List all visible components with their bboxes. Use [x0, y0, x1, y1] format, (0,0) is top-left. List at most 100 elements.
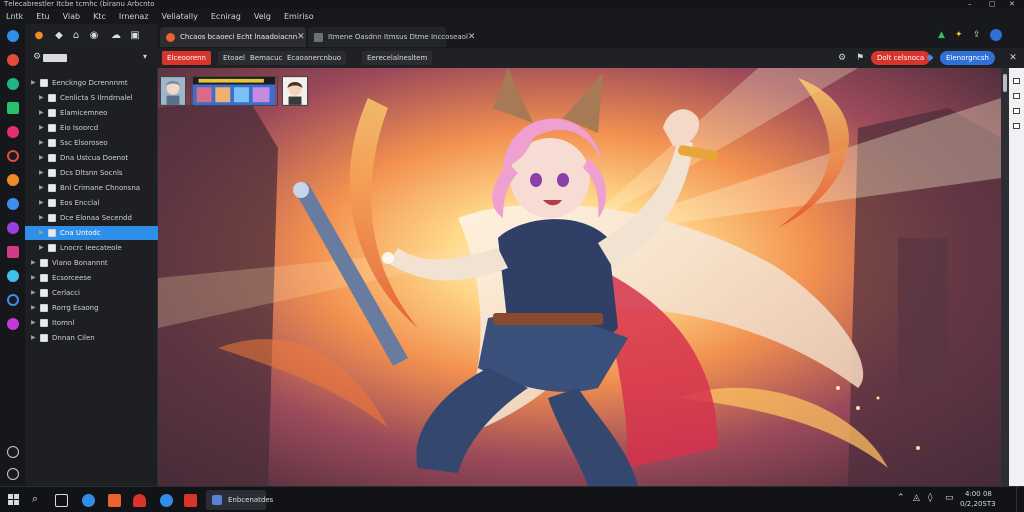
settings-icon[interactable]	[7, 446, 19, 458]
expand-arrow-icon[interactable]: ▶	[31, 76, 36, 90]
menu-item[interactable]: Viab	[63, 12, 81, 21]
share-app-icon[interactable]	[7, 78, 19, 90]
minimize-button[interactable]: –	[968, 0, 972, 9]
tree-item[interactable]: ▶ Dcs Dltsnn Socnls	[25, 166, 158, 180]
search-icon[interactable]: ⌕	[32, 492, 38, 506]
scrollbar-thumb[interactable]	[1003, 74, 1007, 92]
tree-item[interactable]: ▶ Eenckngo Dcrennnmt	[25, 76, 158, 90]
files-taskbar-icon[interactable]	[108, 494, 121, 507]
record-app-icon[interactable]	[7, 54, 19, 66]
menu-item[interactable]: Ecnirag	[211, 12, 241, 21]
thumbnail-image[interactable]	[282, 76, 308, 106]
star-app-icon[interactable]	[7, 318, 19, 330]
game-app-icon[interactable]	[7, 222, 19, 234]
chevron-down-icon[interactable]: ▾	[143, 52, 147, 61]
tree-item[interactable]: ▶ Cerlacci	[25, 286, 158, 300]
panel-toggle-icon[interactable]	[1013, 93, 1020, 99]
expand-arrow-icon[interactable]: ▶	[31, 301, 36, 315]
panel-toggle-icon[interactable]	[1013, 108, 1020, 114]
panel-toggle-icon[interactable]	[1013, 78, 1020, 84]
tree-item[interactable]: ▶ Elamicemneo	[25, 106, 158, 120]
shield-app-icon[interactable]	[7, 198, 19, 210]
leaf-app-icon[interactable]	[7, 102, 19, 114]
fox-icon[interactable]: ●	[33, 30, 45, 42]
extension-icon[interactable]: ▲	[938, 30, 948, 40]
start-icon[interactable]	[8, 494, 19, 505]
tree-item[interactable]: ▶ Dce Elonaa Secendd	[25, 211, 158, 225]
expand-arrow-icon[interactable]: ▶	[39, 226, 44, 240]
account-icon[interactable]	[7, 468, 19, 480]
expand-arrow-icon[interactable]: ▶	[39, 241, 44, 255]
fox-app-icon[interactable]	[7, 174, 19, 186]
menu-item[interactable]: Ktc	[93, 12, 106, 21]
target-app-icon[interactable]	[7, 150, 19, 162]
expand-arrow-icon[interactable]: ▶	[39, 211, 44, 225]
close-panel-icon[interactable]: ✕	[1006, 51, 1020, 65]
network-icon[interactable]: ◬	[913, 493, 920, 503]
media-taskbar-icon[interactable]	[184, 494, 197, 507]
grid-icon[interactable]: ⚙	[33, 52, 41, 62]
tab-1[interactable]: Chcaos bcaoeci Echt lnaadoiacnn ✕	[160, 27, 306, 47]
show-desktop-button[interactable]	[1016, 487, 1024, 512]
tree-item[interactable]: ▶ Rorrg Esaong	[25, 301, 158, 315]
active-app-button[interactable]: Enbcenatdes	[206, 490, 273, 510]
close-window-button[interactable]: ✕	[1009, 0, 1015, 9]
tree-item[interactable]: ▶ Cna Untodc	[25, 226, 158, 240]
browser-taskbar-icon[interactable]	[82, 494, 95, 507]
status-pill-blue[interactable]: Elenorgncsh	[940, 51, 995, 65]
tree-item[interactable]: ▶ Bnl Crimane Chnonsna	[25, 181, 158, 195]
bookmark-item[interactable]: Ecaoanercnbuo	[282, 51, 347, 65]
expand-arrow-icon[interactable]: ▶	[39, 151, 44, 165]
expand-arrow-icon[interactable]: ▶	[31, 316, 36, 330]
expand-arrow-icon[interactable]: ▶	[31, 286, 36, 300]
tray-clock[interactable]: 4:00 08	[965, 490, 992, 498]
app-taskbar-icon[interactable]	[160, 494, 173, 507]
tab-2[interactable]: Itmene Oasdnn Itmsus Dtme Inccoseaol ✕	[308, 27, 475, 47]
expand-arrow-icon[interactable]: ▶	[39, 181, 44, 195]
shield-taskbar-icon[interactable]	[133, 494, 146, 507]
expand-arrow-icon[interactable]: ▶	[39, 106, 44, 120]
maximize-button[interactable]: □	[989, 0, 996, 9]
tray-chevron-icon[interactable]: ⌃	[897, 493, 905, 503]
expand-arrow-icon[interactable]: ▶	[39, 121, 44, 135]
battery-icon[interactable]: ▭	[945, 493, 954, 503]
menu-item[interactable]: Emiriso	[284, 12, 314, 21]
expand-arrow-icon[interactable]: ▶	[31, 331, 36, 345]
expand-arrow-icon[interactable]: ▶	[39, 91, 44, 105]
profile-avatar[interactable]	[990, 29, 1002, 41]
task-view-icon[interactable]	[55, 494, 68, 507]
record-icon[interactable]: ◉	[88, 30, 100, 42]
flag-icon[interactable]: ⚑	[853, 51, 867, 65]
expand-arrow-icon[interactable]: ▶	[39, 196, 44, 210]
vertical-scrollbar[interactable]	[1001, 68, 1009, 486]
circle-app-icon[interactable]	[7, 294, 19, 306]
settings-icon[interactable]: ⚙	[835, 51, 849, 65]
tree-item[interactable]: ▶ Ssc Elsoroseo	[25, 136, 158, 150]
status-pill-red[interactable]: Dolt celsnoca	[871, 51, 931, 65]
tree-item[interactable]: ▶ Cenlicta S Ilrndrnalel	[25, 91, 158, 105]
volume-icon[interactable]: ◊	[928, 493, 932, 503]
menu-item[interactable]: Velg	[254, 12, 271, 21]
bookmark-item[interactable]: Elceoorenn	[162, 51, 211, 65]
tree-item[interactable]: ▶ Dnnan Cilen	[25, 331, 158, 345]
tree-item[interactable]: ▶ Eos Encclal	[25, 196, 158, 210]
tree-item[interactable]: ▶ Viano Bonannnt	[25, 256, 158, 270]
heart-app-icon[interactable]	[7, 126, 19, 138]
puzzle-icon[interactable]: ✦	[955, 30, 965, 40]
cloud-icon[interactable]: ☁	[110, 30, 122, 42]
close-tab-icon[interactable]: ✕	[297, 32, 305, 42]
tray-date[interactable]: 0/2,20ST3	[960, 500, 996, 508]
thumbnail-image[interactable]	[190, 76, 278, 106]
expand-arrow-icon[interactable]: ▶	[31, 256, 36, 270]
home-icon[interactable]: ⌂	[70, 30, 82, 42]
share-icon[interactable]: ⇪	[973, 30, 983, 40]
bookmark-item[interactable]: Eerecelalnesltem	[362, 51, 433, 65]
tree-item[interactable]: ▶ Eio Isoorcd	[25, 121, 158, 135]
pen-app-icon[interactable]	[7, 246, 19, 258]
browser-app-icon[interactable]	[7, 30, 19, 42]
thumbnail-image[interactable]	[160, 76, 186, 106]
tree-item[interactable]: ▶ Dna Ustcua Doenot	[25, 151, 158, 165]
panel-toggle-icon[interactable]	[1013, 123, 1020, 129]
close-tab-icon[interactable]: ✕	[468, 32, 476, 42]
expand-arrow-icon[interactable]: ▶	[39, 136, 44, 150]
